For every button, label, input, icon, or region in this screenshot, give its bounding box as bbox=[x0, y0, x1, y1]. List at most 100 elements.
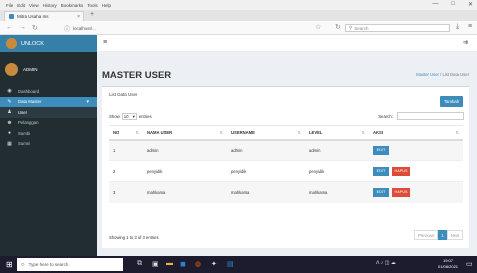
sidebar-item-pelanggan[interactable]: ♚ Pelanggan bbox=[0, 118, 97, 129]
task-view-icon[interactable]: ⧉ bbox=[137, 260, 142, 268]
url-text: localhost/... bbox=[73, 25, 96, 31]
column-header-aksi[interactable]: AKSI ⇅ bbox=[369, 125, 463, 141]
top-header: ≡ ⇉ bbox=[97, 35, 477, 52]
bookmark-icon[interactable]: ☆ bbox=[315, 23, 321, 31]
sidebar-item-sumbi[interactable]: ● Sumbi bbox=[0, 128, 97, 139]
box-title: List Data User bbox=[109, 92, 138, 97]
column-header-label: NO bbox=[113, 129, 120, 135]
pagination-next[interactable]: Next bbox=[447, 230, 463, 240]
user-icon: ♟ bbox=[7, 109, 12, 116]
cell-aksi: EDIT HAPUS bbox=[369, 160, 463, 182]
add-user-button[interactable]: Tambah bbox=[440, 96, 463, 107]
delete-button[interactable]: HAPUS bbox=[392, 187, 410, 197]
chevron-down-icon: ▾ bbox=[132, 113, 135, 119]
sidebar-item-dashboard[interactable]: ◉ Dashboard bbox=[0, 86, 97, 97]
column-header-label: LEVEL bbox=[309, 129, 323, 135]
sort-icon: ⇅ bbox=[135, 130, 139, 135]
sidebar-item-user[interactable]: ♟ User bbox=[0, 107, 97, 118]
notification-icon[interactable]: ▭ bbox=[466, 260, 473, 268]
sort-icon: ⇅ bbox=[361, 130, 365, 135]
address-bar[interactable]: ⓘ localhost/... bbox=[64, 24, 314, 33]
cell-level: penyidik bbox=[305, 160, 369, 182]
entries-length-control: Show 10 ▾ entries bbox=[109, 113, 152, 120]
column-header-level[interactable]: LEVEL ⇅ bbox=[305, 125, 369, 141]
browser-menubar: File Edit View History Bookmarks Tools H… bbox=[0, 0, 477, 10]
store-icon[interactable]: ◼ bbox=[180, 260, 186, 268]
pagination: Previous 1 Next bbox=[414, 230, 463, 240]
browser-menu-icon[interactable]: ≡ bbox=[468, 23, 472, 30]
search-input[interactable] bbox=[397, 112, 464, 120]
column-header-no[interactable]: NO ⇅ bbox=[109, 125, 143, 141]
sidebar-item-label: Pelanggan bbox=[18, 120, 39, 126]
menu-edit[interactable]: Edit bbox=[17, 3, 25, 8]
hamburger-icon[interactable]: ≡ bbox=[103, 39, 107, 46]
sidebar-item-data-master[interactable]: ✎ Data Master ▾ bbox=[0, 96, 97, 107]
tab-close-icon[interactable]: × bbox=[77, 14, 80, 20]
edit-button[interactable]: EDIT bbox=[373, 166, 389, 176]
clock[interactable]: 19:07 01/08/2021 bbox=[438, 258, 458, 269]
window-controls: — □ ✕ bbox=[432, 1, 473, 8]
system-tray[interactable]: ᐱ ♪ ◫ ☁ bbox=[376, 260, 396, 266]
file-explorer-icon[interactable]: ▬ bbox=[166, 260, 173, 267]
sidebar: UNLOCK ADMIN ◉ Dashboard ✎ Data Master ▾… bbox=[0, 35, 97, 256]
menu-view[interactable]: View bbox=[29, 3, 39, 8]
close-window-button[interactable]: ✕ bbox=[468, 1, 473, 8]
refresh-icon[interactable]: ↻ bbox=[335, 23, 341, 31]
breadcrumb-current: List Data User bbox=[442, 72, 469, 77]
sidebar-item-sumni[interactable]: ▦ Sumni bbox=[0, 139, 97, 150]
sort-icon: ⇅ bbox=[455, 130, 459, 135]
dashboard-icon: ◉ bbox=[7, 88, 12, 95]
browser-search-input[interactable]: ⚲ Search bbox=[345, 24, 450, 32]
windows-start-icon[interactable]: ⊞ bbox=[6, 260, 13, 269]
menu-tools[interactable]: Tools bbox=[87, 3, 98, 8]
cell-username: admin bbox=[227, 139, 305, 161]
minimize-button[interactable]: — bbox=[432, 1, 438, 8]
maximize-button[interactable]: □ bbox=[451, 1, 455, 8]
table-header-row: NO ⇅ NAMA USER ⇅ USERNAME ⇅ LEVEL ⇅ AKSI ⇅ bbox=[109, 125, 463, 141]
pagination-previous[interactable]: Previous bbox=[414, 230, 438, 240]
cell-username: mahkama bbox=[227, 181, 305, 203]
sidebar-item-label: Dashboard bbox=[18, 88, 40, 94]
back-icon[interactable]: ← bbox=[6, 24, 13, 31]
browser-tabbar: Mitra Usaha Ins × bbox=[0, 10, 477, 21]
delete-button[interactable]: HAPUS bbox=[392, 166, 410, 176]
menu-file[interactable]: File bbox=[6, 3, 13, 8]
clock-date: 01/08/2021 bbox=[438, 263, 459, 269]
table-info: Showing 1 to 3 of 3 entries bbox=[109, 235, 159, 240]
entries-label: entries bbox=[138, 114, 152, 119]
cell-level: admin bbox=[305, 139, 369, 161]
pagination-page[interactable]: 1 bbox=[438, 230, 447, 240]
edit-button[interactable]: EDIT bbox=[373, 187, 389, 197]
cell-nama: admin bbox=[143, 139, 227, 161]
windows-store-icon[interactable]: ▣ bbox=[152, 260, 159, 268]
xampp-icon[interactable]: ▤ bbox=[227, 260, 234, 268]
menu-history[interactable]: History bbox=[43, 3, 57, 8]
app-icon[interactable]: ✦ bbox=[211, 260, 217, 268]
new-tab-icon[interactable]: + bbox=[90, 11, 94, 18]
column-header-username[interactable]: USERNAME ⇅ bbox=[227, 125, 305, 141]
browser-tab[interactable]: Mitra Usaha Ins × bbox=[4, 11, 84, 21]
brand-logo[interactable]: UNLOCK bbox=[0, 35, 97, 52]
sort-icon: ⇅ bbox=[297, 130, 301, 135]
forward-icon[interactable]: → bbox=[19, 24, 26, 31]
sort-icon: ⇅ bbox=[219, 130, 223, 135]
firefox-icon[interactable]: ◍ bbox=[195, 260, 201, 268]
download-icon[interactable]: ⤓ bbox=[456, 23, 459, 31]
circle-icon: ● bbox=[7, 130, 12, 137]
page-title: MASTER USER bbox=[102, 70, 172, 81]
column-header-nama[interactable]: NAMA USER ⇅ bbox=[143, 125, 227, 141]
search-icon: ○ bbox=[21, 261, 25, 268]
reload-icon[interactable]: ↻ bbox=[32, 24, 38, 32]
settings-toggle-icon[interactable]: ⇉ bbox=[463, 39, 468, 46]
cell-aksi: EDIT bbox=[369, 139, 463, 161]
menu-bookmarks[interactable]: Bookmarks bbox=[61, 3, 84, 8]
search-icon: ⚲ bbox=[349, 25, 353, 30]
edit-button[interactable]: EDIT bbox=[373, 145, 389, 155]
wrench-icon: ✎ bbox=[7, 98, 12, 105]
breadcrumb-master-user[interactable]: Master User bbox=[416, 72, 439, 77]
browser-navbar: ← → ↻ ⓘ localhost/... ☆ ↻ ⚲ Search ⤓ ≡ bbox=[0, 21, 477, 35]
taskbar-search[interactable]: ○ Type here to search bbox=[17, 258, 123, 271]
user-name: ADMIN bbox=[23, 66, 38, 72]
entries-select[interactable]: 10 ▾ bbox=[121, 113, 137, 120]
menu-help[interactable]: Help bbox=[102, 3, 111, 8]
